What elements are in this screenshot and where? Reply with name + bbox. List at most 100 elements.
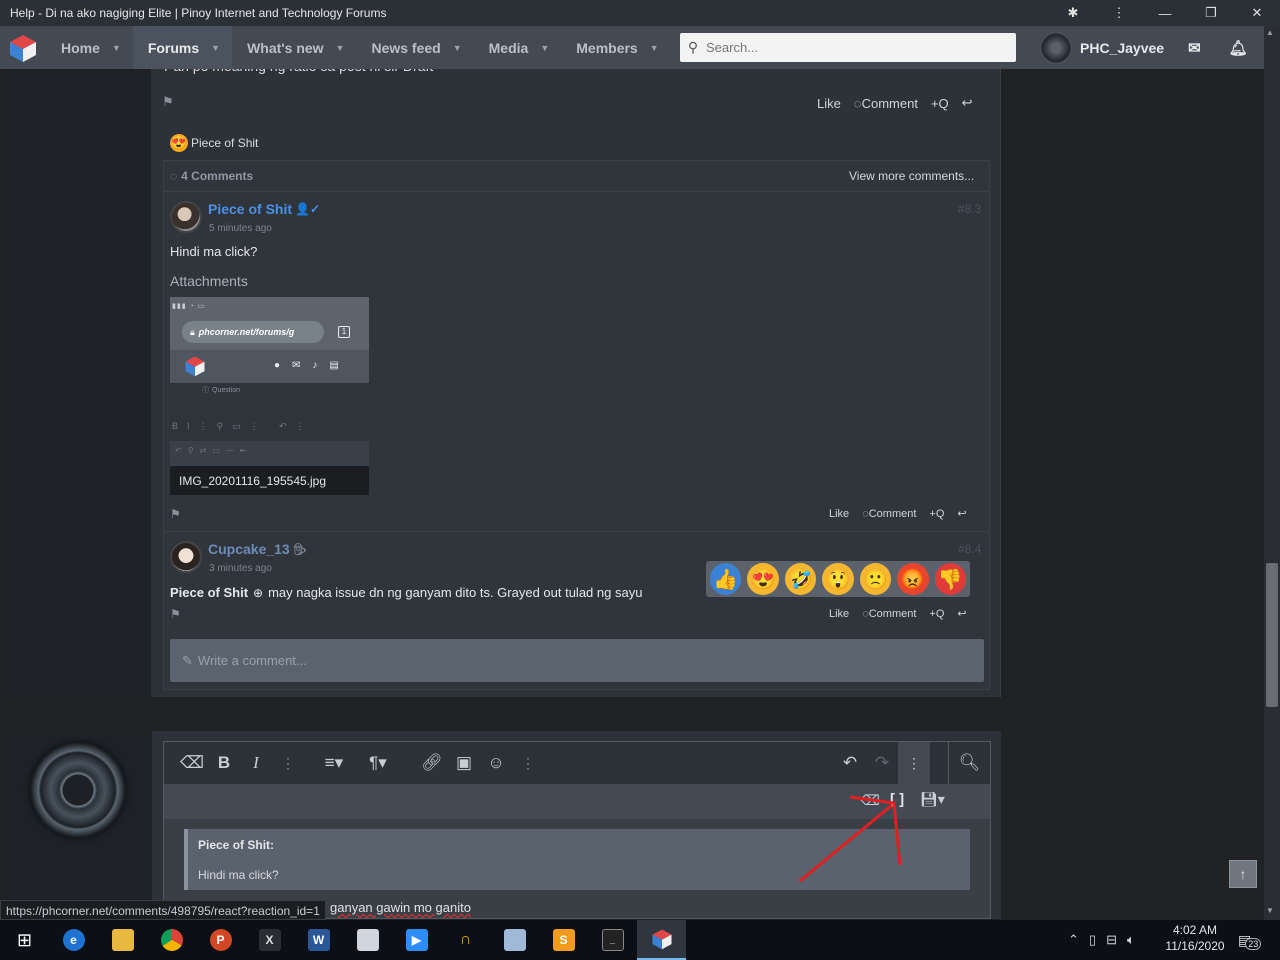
report-flag-icon[interactable]: ⚑ <box>162 94 174 110</box>
smiley-icon[interactable]: ☺ <box>480 753 512 773</box>
undo-icon[interactable]: ↶ <box>834 753 866 773</box>
comments-count[interactable]: ◌ 4 Comments <box>170 169 253 183</box>
zoom-icon[interactable]: ▶ <box>392 920 441 960</box>
save-draft-icon[interactable]: 💾︎▾ <box>920 791 945 808</box>
scrollbar-thumb[interactable] <box>1266 563 1278 707</box>
comment-author-avatar[interactable] <box>170 201 202 233</box>
sublime-icon[interactable]: S <box>539 920 588 960</box>
windows-start-icon[interactable]: ⊞ <box>0 920 49 960</box>
comment-author-avatar[interactable] <box>170 541 202 573</box>
eraser-icon[interactable]: ⌫ <box>176 753 208 773</box>
view-more-comments-link[interactable]: View more comments... <box>849 169 974 183</box>
browser-taskbar-icon[interactable] <box>637 920 686 960</box>
chrome-icon[interactable] <box>147 920 196 960</box>
inbox-icon[interactable]: ✉ <box>1188 39 1201 57</box>
reaction-summary[interactable]: 😍 Piece of Shit <box>170 134 258 152</box>
quote-button[interactable]: +Q <box>929 508 944 520</box>
attachment-filename[interactable]: IMG_20201116_195545.jpg <box>170 466 369 495</box>
link-icon[interactable]: 🔗︎ <box>416 753 448 773</box>
attachment-thumbnail[interactable]: ▮▮▮ ◔ ▭ 🔒︎ phcorner.net/forums/g 1 ●✉♪▤ ⓘ… <box>170 297 369 466</box>
editor-body-text[interactable]: ganyan gawin mo ganito <box>330 900 471 915</box>
battery-icon[interactable]: ▯ <box>1089 932 1096 948</box>
terminal-icon[interactable]: _ <box>588 920 637 960</box>
chevron-down-icon[interactable]: ▼ <box>453 43 462 53</box>
volume-muted-icon[interactable]: 🔈︎ <box>1127 932 1135 948</box>
write-comment-input[interactable]: ✎ Write a comment... <box>170 639 984 682</box>
more-options-icon[interactable]: ⋮ <box>512 755 544 772</box>
nav-whats-new[interactable]: What's new ▼ <box>232 26 356 69</box>
quote-button[interactable]: +Q <box>929 608 944 620</box>
comment-button[interactable]: ◌Comment <box>854 96 918 111</box>
scroll-up-icon[interactable]: ▲ <box>1266 28 1274 37</box>
thumbs-up-icon[interactable]: 👍 <box>710 563 742 595</box>
report-flag-icon[interactable]: ⚑ <box>170 507 181 521</box>
mention-link[interactable]: Piece of Shit <box>170 585 248 600</box>
current-user-avatar[interactable] <box>30 742 126 838</box>
paragraph-icon[interactable]: ¶▾ <box>358 753 398 773</box>
thumbs-down-icon[interactable]: 👎 <box>934 563 966 595</box>
search-input[interactable]: ⚲ Search... <box>680 33 1016 62</box>
chevron-up-icon[interactable]: ⌃ <box>1068 932 1079 948</box>
edge-icon[interactable]: e <box>49 920 98 960</box>
nav-home[interactable]: Home ▼ <box>46 26 133 69</box>
comment-number[interactable]: #8.4 <box>958 542 981 556</box>
comment-button[interactable]: ◌Comment <box>862 508 916 520</box>
network-icon[interactable]: ⊟ <box>1106 932 1117 948</box>
notifications-icon[interactable]: ▤ 23 <box>1238 930 1262 950</box>
nav-forums[interactable]: Forums ▼ <box>132 26 233 69</box>
comment-author[interactable]: Cupcake_13 🕵︎ <box>208 541 307 557</box>
comment-time[interactable]: 3 minutes ago <box>209 563 272 574</box>
user-avatar[interactable] <box>1040 32 1072 64</box>
reply-icon[interactable]: ↩ <box>957 507 966 520</box>
extensions-icon[interactable]: ✱ <box>1050 0 1096 26</box>
angry-icon[interactable]: 😡 <box>897 563 929 595</box>
minimize-button[interactable]: — <box>1142 0 1188 26</box>
rofl-icon[interactable]: 🤣 <box>784 563 817 595</box>
comment-time[interactable]: 5 minutes ago <box>209 223 272 234</box>
preview-icon[interactable]: 🔍︎ <box>948 742 990 784</box>
nav-members[interactable]: Members ▼ <box>561 26 670 69</box>
image-icon[interactable]: ▣ <box>448 753 480 773</box>
browser-menu-icon[interactable]: ⋮ <box>1096 0 1142 26</box>
bell-icon[interactable]: 🔔︎ <box>1229 39 1248 57</box>
comment-button[interactable]: ◌Comment <box>862 608 916 620</box>
taskbar-clock[interactable]: 4:02 AM 11/16/2020 <box>1162 922 1228 954</box>
notepad-icon[interactable] <box>490 920 539 960</box>
restore-button[interactable]: ❐ <box>1188 0 1234 26</box>
more-options-icon[interactable]: ⋮ <box>272 755 304 772</box>
astonished-icon[interactable]: 😲 <box>822 563 854 595</box>
reply-icon[interactable]: ↩ <box>957 607 966 620</box>
more-options-icon[interactable]: ⋮ <box>898 742 930 784</box>
report-flag-icon[interactable]: ⚑ <box>170 607 181 621</box>
back-to-top-button[interactable]: ↑ <box>1229 860 1257 888</box>
chevron-down-icon[interactable]: ▼ <box>540 43 549 53</box>
bold-icon[interactable]: B <box>208 753 240 773</box>
paint-icon[interactable] <box>343 920 392 960</box>
redo-icon[interactable]: ↷ <box>866 753 898 773</box>
comment-number[interactable]: #8.3 <box>958 202 981 216</box>
page-scrollbar[interactable] <box>1264 26 1280 920</box>
chevron-down-icon[interactable]: ▼ <box>211 43 220 53</box>
nav-news-feed[interactable]: News feed ▼ <box>356 26 473 69</box>
like-button[interactable]: Like <box>829 608 849 620</box>
sad-icon[interactable]: 🙁 <box>859 563 892 595</box>
scroll-down-icon[interactable]: ▼ <box>1266 906 1274 915</box>
align-icon[interactable]: ≡▾ <box>310 753 358 773</box>
file-explorer-icon[interactable] <box>98 920 147 960</box>
chevron-down-icon[interactable]: ▼ <box>112 43 121 53</box>
chevron-down-icon[interactable]: ▼ <box>336 43 345 53</box>
word-icon[interactable]: W <box>294 920 343 960</box>
site-logo[interactable] <box>0 26 46 69</box>
like-button[interactable]: Like <box>829 508 849 520</box>
username[interactable]: PHC_Jayvee <box>1080 40 1164 56</box>
like-button[interactable]: Like <box>817 96 841 111</box>
heart-eyes-icon[interactable]: 😍 <box>747 563 779 595</box>
italic-icon[interactable]: I <box>240 753 272 773</box>
powerpoint-icon[interactable]: P <box>196 920 245 960</box>
reply-icon[interactable]: ↩ <box>962 95 973 111</box>
excel-icon[interactable]: X <box>245 920 294 960</box>
close-button[interactable]: ✕ <box>1234 0 1280 26</box>
user-menu[interactable]: PHC_Jayvee ✉ 🔔︎ <box>1040 30 1248 66</box>
comment-author[interactable]: Piece of Shit 👤✓ <box>208 201 320 217</box>
chevron-down-icon[interactable]: ▼ <box>650 43 659 53</box>
